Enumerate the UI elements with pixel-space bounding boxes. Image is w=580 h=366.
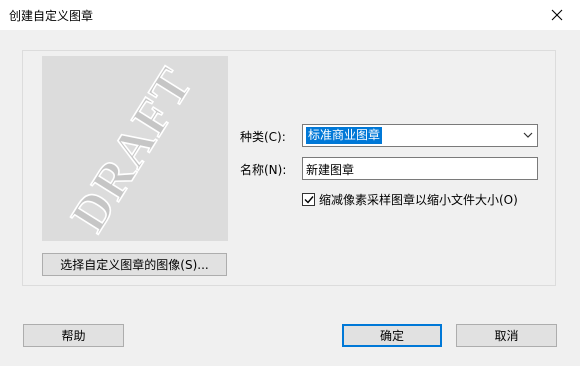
downsample-option[interactable]: 缩减像素采样图章以缩小文件大小(O) <box>302 191 518 208</box>
draft-watermark: DRAFT <box>60 57 204 241</box>
cancel-button-label: 取消 <box>494 329 519 343</box>
name-field-value: 新建图章 <box>306 163 355 177</box>
chevron-down-icon <box>523 132 533 138</box>
name-label: 名称(N): <box>240 163 287 177</box>
checkmark-icon <box>304 196 314 204</box>
stamp-preview: DRAFT <box>42 56 228 242</box>
category-dropdown[interactable]: 标准商业图章 <box>302 124 538 147</box>
category-label: 种类(C): <box>240 130 286 144</box>
select-image-button[interactable]: 选择自定义图章的图像(S)... <box>42 253 227 276</box>
ok-button-label: 确定 <box>379 329 404 343</box>
downsample-label: 缩减像素采样图章以缩小文件大小(O) <box>319 193 518 207</box>
close-button[interactable] <box>534 0 580 30</box>
dialog-window: 创建自定义图章 DRAFT 选择自定义图章的图像(S)... 种类(C): 标准… <box>0 0 580 366</box>
help-button-label: 帮助 <box>61 329 86 343</box>
select-image-label: 选择自定义图章的图像(S)... <box>60 258 209 272</box>
category-selected-value: 标准商业图章 <box>306 127 383 144</box>
help-button[interactable]: 帮助 <box>23 324 124 347</box>
cancel-button[interactable]: 取消 <box>456 324 557 347</box>
title-bar[interactable]: 创建自定义图章 <box>0 0 580 30</box>
name-field[interactable]: 新建图章 <box>302 157 538 180</box>
close-icon <box>551 9 563 21</box>
ok-button[interactable]: 确定 <box>342 324 442 347</box>
dialog-title: 创建自定义图章 <box>9 9 94 23</box>
downsample-checkbox[interactable] <box>302 193 315 206</box>
